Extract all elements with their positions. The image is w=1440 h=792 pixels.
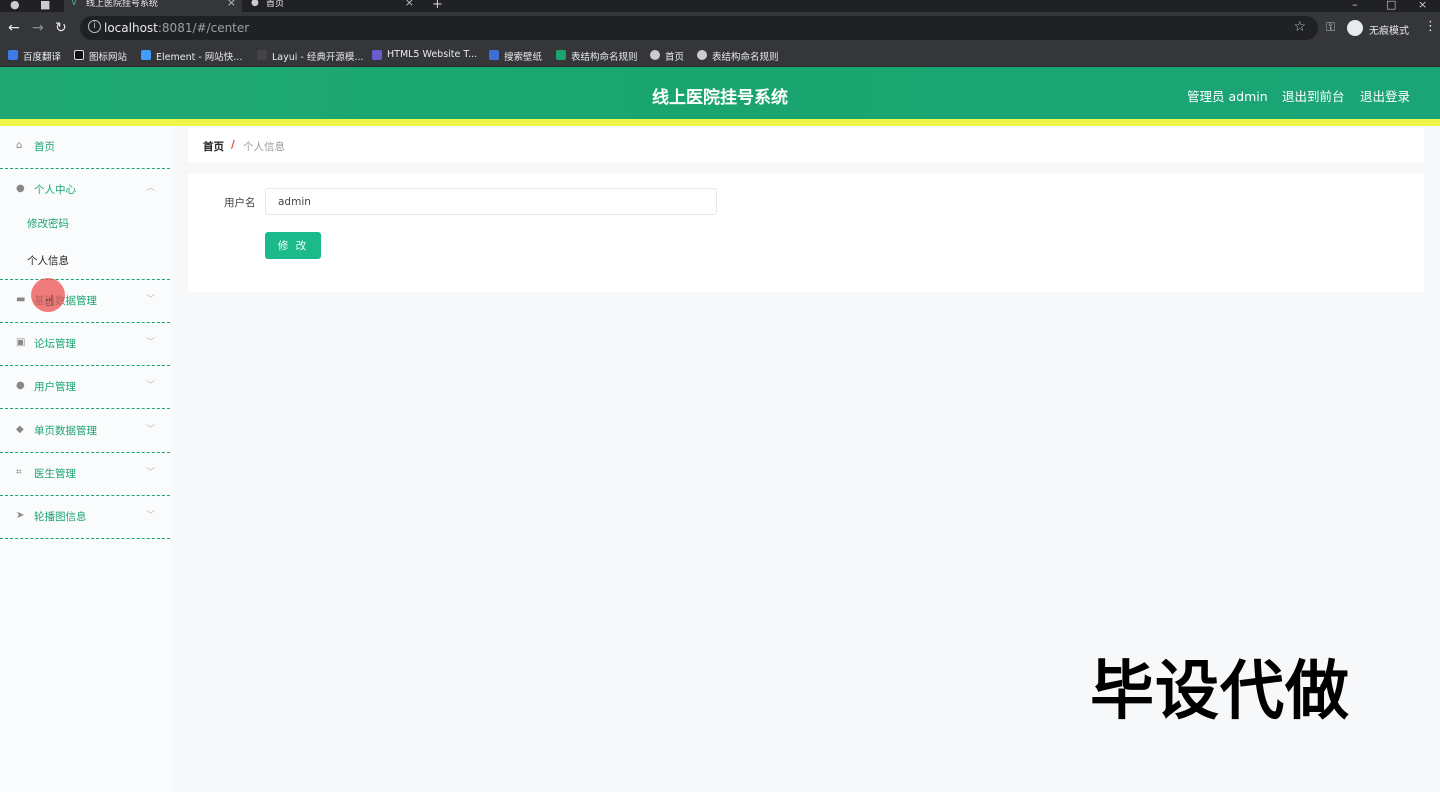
minimize-icon[interactable]: – <box>1352 0 1358 11</box>
bookmark-star-icon[interactable]: ☆ <box>1293 19 1306 35</box>
exit-to-frontend-link[interactable]: 退出到前台 <box>1282 86 1345 105</box>
chevron-down-icon: ﹀ <box>146 468 156 478</box>
globe-icon <box>697 50 707 60</box>
url-text: localhost:8081/#/center <box>104 21 250 35</box>
crop-icon: ⌗ <box>16 467 22 478</box>
flag-icon <box>74 50 84 60</box>
wallpaper-icon <box>489 50 499 60</box>
reload-icon[interactable]: ↻ <box>55 20 67 36</box>
vue-favicon-icon: V <box>71 0 78 8</box>
chevron-down-icon: ﹀ <box>146 511 156 521</box>
breadcrumb-separator: / <box>231 139 235 151</box>
sidebar: ⌂ 首页 ● 个人中心 ︿ 修改密码 个人信息 ▬ 基础数据管理 ﹀ ▣ 论坛管… <box>0 126 172 792</box>
watermark-text: 毕设代做 <box>1090 655 1350 729</box>
sheet-icon <box>556 50 566 60</box>
sidebar-item-personal-center[interactable]: 个人中心 <box>34 182 76 197</box>
html5-icon <box>372 50 382 60</box>
clipboard-icon: ▣ <box>16 337 26 348</box>
chevron-up-icon[interactable]: ︿ <box>146 180 155 193</box>
address-bar[interactable]: i localhost:8081/#/center ☆ <box>80 16 1318 40</box>
key-icon[interactable]: ⚿ <box>1326 20 1335 35</box>
back-icon[interactable]: ← <box>8 20 20 36</box>
bookmark-item[interactable]: Layui - 经典开源模... <box>257 49 363 63</box>
sidebar-item-users[interactable]: ● 用户管理 ﹀ <box>0 366 170 409</box>
bookmark-item[interactable]: 表结构命名规则 <box>556 49 638 63</box>
sidebar-group-personal-center: ● 个人中心 ︿ 修改密码 个人信息 <box>0 169 170 280</box>
new-tab-icon[interactable]: + <box>432 0 443 12</box>
sidebar-subitem-change-password[interactable]: 修改密码 <box>27 216 69 231</box>
element-icon <box>141 50 151 60</box>
sidebar-item-label: 用户管理 <box>34 381 76 393</box>
more-menu-icon[interactable]: ⋮ <box>1424 19 1437 34</box>
sidebar-item-carousel[interactable]: ➤ 轮播图信息 ﹀ <box>0 496 170 539</box>
admin-label: 管理员 admin <box>1187 89 1268 104</box>
sidebar-item-label: 轮播图信息 <box>34 511 87 523</box>
breadcrumb: 首页 / 个人信息 <box>188 128 1424 162</box>
close-tab-icon[interactable]: × <box>227 0 236 8</box>
username-input[interactable] <box>265 188 717 215</box>
username-label: 用户名 <box>224 197 256 209</box>
ticket-icon: ▬ <box>16 294 26 305</box>
chevron-down-icon: ﹀ <box>146 381 156 391</box>
breadcrumb-home[interactable]: 首页 <box>203 139 224 154</box>
tab-title: 首页 <box>266 0 285 9</box>
globe-icon <box>650 50 660 60</box>
bookmark-item[interactable]: 图标网站 <box>74 49 127 63</box>
sidebar-item-basic-data[interactable]: ▬ 基础数据管理 ﹀ <box>0 280 170 323</box>
breadcrumb-current: 个人信息 <box>243 141 285 153</box>
chevron-down-icon: ﹀ <box>146 338 156 348</box>
bookmark-item[interactable]: HTML5 Website T... <box>372 49 477 60</box>
update-button[interactable]: 修 改 <box>265 232 321 259</box>
user-icon: ● <box>16 380 25 391</box>
sidebar-item-doctors[interactable]: ⌗ 医生管理 ﹀ <box>0 453 170 496</box>
browser-toolbar: ← → ↻ i localhost:8081/#/center ☆ ⚿ 无痕模式… <box>0 12 1440 44</box>
bookmark-item[interactable]: Element - 网站快... <box>141 49 242 63</box>
globe-favicon-icon: ● <box>251 0 259 8</box>
browser-menu-icon[interactable]: ● <box>10 0 20 11</box>
sidebar-item-label: 首页 <box>34 141 55 153</box>
site-info-icon[interactable]: i <box>88 20 101 33</box>
bookmark-item[interactable]: 首页 <box>650 49 684 63</box>
maximize-icon[interactable]: □ <box>1386 0 1396 11</box>
bookmark-item[interactable]: 百度翻译 <box>8 49 61 63</box>
layui-icon <box>257 50 267 60</box>
user-icon: ● <box>16 183 25 194</box>
sidebar-item-home[interactable]: ⌂ 首页 <box>0 126 170 169</box>
chevron-down-icon: ﹀ <box>146 425 156 435</box>
logout-link[interactable]: 退出登录 <box>1360 86 1410 105</box>
sidebar-item-forum[interactable]: ▣ 论坛管理 ﹀ <box>0 323 170 366</box>
forward-icon[interactable]: → <box>32 20 44 36</box>
incognito-label: 无痕模式 <box>1369 26 1409 37</box>
sidebar-subitem-personal-info[interactable]: 个人信息 <box>27 253 69 268</box>
header-accent-bar <box>0 119 1440 126</box>
profile-form: 用户名 修 改 <box>188 174 1424 292</box>
tab-title: 线上医院挂号系统 <box>86 0 159 9</box>
bookmark-item[interactable]: 搜索壁纸 <box>489 49 542 63</box>
home-icon: ⌂ <box>16 140 23 151</box>
close-tab-icon[interactable]: × <box>405 0 414 8</box>
shield-icon: ◆ <box>16 424 24 435</box>
bookmarks-bar: 百度翻译 图标网站 Element - 网站快... Layui - 经典开源模… <box>0 44 1440 67</box>
browser-tab-strip: ● ■ V 线上医院挂号系统 × ● 首页 × + – □ × <box>0 0 1440 12</box>
tab-overview-icon[interactable]: ■ <box>40 0 50 11</box>
sidebar-item-single-page[interactable]: ◆ 单页数据管理 ﹀ <box>0 410 170 453</box>
close-window-icon[interactable]: × <box>1418 0 1427 11</box>
sidebar-item-label: 单页数据管理 <box>34 425 97 437</box>
bookmark-item[interactable]: 表结构命名规则 <box>697 49 779 63</box>
incognito-icon[interactable] <box>1347 20 1363 36</box>
browser-tab[interactable]: ● 首页 × <box>244 0 420 12</box>
app-header: 线上医院挂号系统 管理员 admin 退出到前台 退出登录 <box>0 67 1440 119</box>
sidebar-item-label: 医生管理 <box>34 468 76 480</box>
chevron-down-icon: ﹀ <box>146 295 156 305</box>
send-icon: ➤ <box>16 510 25 521</box>
pointer-hand-icon: ☝ <box>45 292 55 310</box>
browser-tab-active[interactable]: V 线上医院挂号系统 × <box>64 0 242 12</box>
translate-icon <box>8 50 18 60</box>
sidebar-item-label: 论坛管理 <box>34 338 76 350</box>
